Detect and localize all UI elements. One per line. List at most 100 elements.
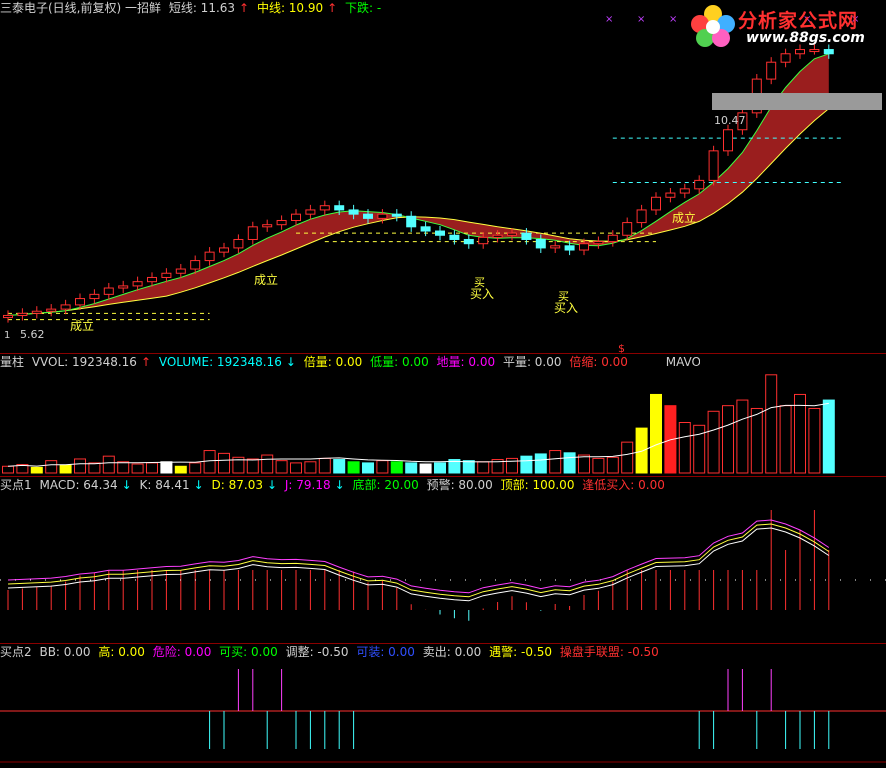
candle-body: [247, 226, 258, 240]
candle-body: [406, 215, 417, 228]
volume-bar: [246, 458, 259, 474]
volume-bar: [59, 464, 72, 474]
k-line: [7, 519, 830, 594]
candle-body: [103, 287, 114, 295]
volume-bar: [362, 462, 374, 474]
site-logo: 分析家公式网 www.88gs.com: [688, 2, 884, 50]
volume-bar: [765, 374, 778, 474]
candle-body: [31, 310, 42, 314]
d-value: D: 87.03: [211, 478, 263, 492]
candle-body: [593, 241, 604, 245]
volume-bar: [808, 407, 821, 474]
candle-body: [190, 260, 201, 270]
volume-bar: [592, 457, 605, 474]
volume-bar: [203, 450, 216, 474]
candle-body: [507, 232, 517, 236]
candle-body: [823, 49, 834, 55]
volume-bar: [131, 463, 144, 474]
candle-body: [636, 209, 647, 224]
candle-body: [204, 251, 215, 262]
volume-bar: [419, 463, 432, 474]
candle-body: [420, 226, 431, 232]
indicator2-title: 买点2: [0, 645, 32, 659]
candle-body: [319, 205, 330, 211]
volume-bar: [2, 465, 14, 474]
j-value: J: 79.18: [284, 478, 331, 492]
fengdi-value: 逢低买入: 0.00: [582, 478, 665, 492]
candle-body: [679, 188, 690, 194]
candle-body: [262, 224, 273, 228]
mid-line-label: 中线: 10.90: [256, 1, 324, 15]
down-arrow-icon: ↓: [285, 355, 296, 369]
volume-bar: [549, 450, 562, 474]
low-tag-label: 5.62: [20, 328, 45, 341]
volume-bar: [218, 452, 230, 474]
candle-body: [521, 232, 532, 240]
volume-bar: [74, 458, 86, 474]
candle-body: [622, 222, 633, 236]
bb-value: BB: 0.00: [39, 645, 91, 659]
logo-url[interactable]: www.88gs.com: [746, 30, 865, 46]
volume-bar: [678, 422, 691, 474]
volume-bar: [189, 462, 202, 474]
candle-body: [46, 308, 57, 312]
volume-bar: [261, 454, 274, 474]
up-arrow-icon: ↑: [327, 1, 338, 15]
down-label: 下跌: -: [345, 1, 382, 15]
volume-panel-header: 量柱 VVOL: 192348.16 ↑ VOLUME: 192348.16 ↓ 倍…: [0, 354, 700, 370]
volume-bar: [347, 461, 360, 474]
volume-bar: [88, 462, 101, 474]
candle-body: [535, 238, 546, 249]
short-line-label: 短线: 11.63: [168, 1, 236, 15]
candle-body: [780, 53, 791, 63]
mavol-line: [7, 402, 829, 467]
volume-title: 量柱: [0, 355, 25, 369]
volume-bar: [318, 457, 331, 474]
candle-body: [694, 179, 705, 190]
volume-bar: [563, 452, 576, 474]
logo-text: 分析家公式网: [738, 10, 859, 32]
down-arrow-icon: ↓: [266, 478, 278, 492]
beiliang-value: 倍量: 0.00: [303, 355, 363, 369]
candle-body: [161, 272, 172, 278]
candle-body: [550, 245, 561, 249]
candle-body: [363, 213, 373, 219]
j-line: [7, 527, 830, 602]
candle-body: [147, 276, 157, 283]
gao-value: 高: 0.00: [98, 645, 145, 659]
volume-bar: [722, 405, 734, 474]
candle-body: [118, 285, 129, 289]
signal-label: 买入: [470, 287, 494, 301]
volume-bar: [534, 453, 547, 474]
candle-body: [564, 245, 575, 251]
volume-bar: [693, 424, 706, 474]
yujing-value: 预警: 80.00: [426, 478, 493, 492]
volume-bar: [750, 407, 763, 474]
vvol-value: VVOL: 192348.16: [31, 355, 137, 369]
pingliang-value: 平量: 0.00: [502, 355, 562, 369]
dingbu-value: 顶部: 100.00: [500, 478, 575, 492]
candle-body: [276, 219, 287, 226]
yujing2-value: 遇警: -0.50: [489, 645, 553, 659]
volume-bar: [520, 455, 533, 474]
volume-bar: [174, 465, 187, 474]
stock-title: 三泰电子(日线,前复权) 一招鲜: [0, 1, 161, 15]
candle-body: [3, 314, 13, 319]
down-arrow-icon: ↓: [193, 478, 204, 492]
signal-label: 买入: [554, 301, 578, 315]
price-band: [712, 93, 882, 110]
volume-bar: [290, 462, 302, 474]
candle-body: [579, 243, 589, 251]
volume-bar: [45, 460, 58, 474]
low-mark-label: 1: [4, 330, 10, 341]
candle-body: [291, 213, 301, 221]
candle-body: [651, 196, 661, 211]
volume-bar: [275, 460, 288, 474]
volume-bar: [606, 456, 619, 474]
candle-body: [435, 230, 445, 236]
volume-bar: [736, 399, 749, 474]
signal-label: 成立: [672, 210, 696, 225]
candle-body: [305, 209, 316, 215]
volume-bar: [434, 462, 446, 474]
down-arrow-icon: ↓: [334, 478, 345, 492]
